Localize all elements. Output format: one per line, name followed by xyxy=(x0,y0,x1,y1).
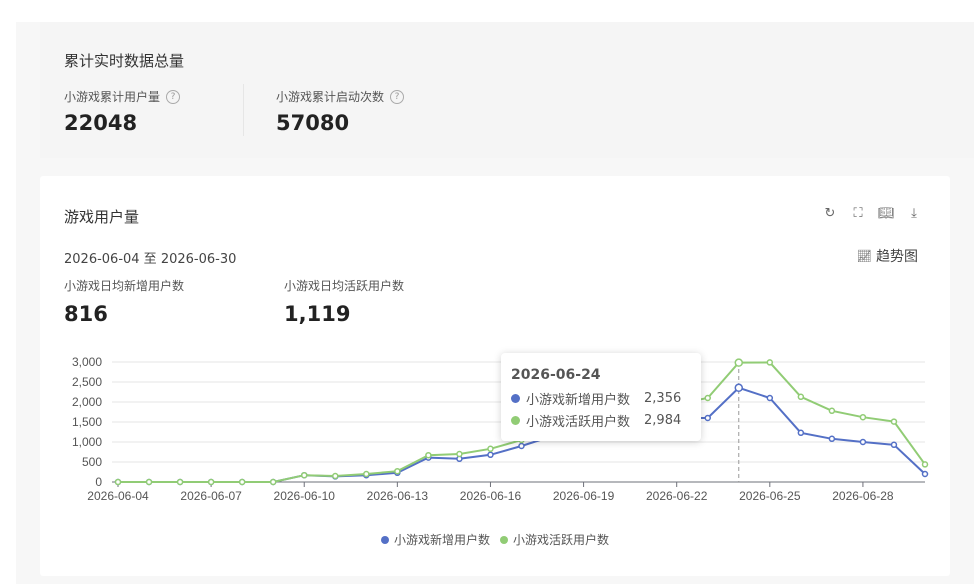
left-margin xyxy=(0,0,16,584)
help-icon[interactable]: ? xyxy=(166,89,181,104)
tooltip-series-name: 小游戏活跃用户数 xyxy=(526,415,631,430)
data-point xyxy=(425,451,432,459)
data-point xyxy=(114,478,122,486)
data-point xyxy=(704,394,711,402)
tooltip-value: 2,984 xyxy=(644,413,682,428)
y-tick-label: 2,000 xyxy=(72,395,102,409)
data-point xyxy=(145,478,153,486)
x-tick-label: 2026-06-10 xyxy=(274,489,336,503)
help-icon[interactable]: ? xyxy=(390,89,405,104)
x-tick-label: 2026-06-25 xyxy=(739,489,801,503)
data-point xyxy=(890,418,898,425)
x-tick-label: 2026-06-28 xyxy=(832,489,894,503)
chart-tooltip: 2026-06-24 小游戏新增用户数 2,356 小游戏活跃用户数 2,984 xyxy=(501,353,701,441)
tooltip-series-name: 小游戏新增用户数 xyxy=(526,393,631,408)
x-tick-label: 2026-06-19 xyxy=(553,489,615,503)
metric-value: 57080 xyxy=(276,111,350,135)
series-marker xyxy=(511,394,520,403)
metric-value: 22048 xyxy=(64,111,138,135)
x-tick-label: 2026-06-13 xyxy=(367,489,429,503)
chart-legend: 小游戏新增用户数 小游戏活跃用户数 xyxy=(40,531,950,548)
data-point xyxy=(456,450,463,458)
data-point xyxy=(332,472,339,480)
data-point xyxy=(859,438,867,446)
data-point xyxy=(238,478,246,486)
y-tick-label: 1,500 xyxy=(72,415,102,429)
legend-item[interactable]: 小游戏新增用户数 xyxy=(380,531,490,548)
data-point xyxy=(734,383,744,393)
data-point xyxy=(797,429,805,437)
legend-label: 小游戏活跃用户数 xyxy=(513,533,610,547)
data-point xyxy=(921,461,929,468)
data-point xyxy=(828,407,836,415)
tooltip-row: 小游戏新增用户数 2,356 xyxy=(511,389,681,408)
metric-total-users: 小游戏累计用户量 ? 22048 xyxy=(64,88,181,135)
data-point xyxy=(921,470,929,478)
tooltip-value: 2,356 xyxy=(644,391,682,406)
data-point xyxy=(859,413,867,421)
data-point xyxy=(704,414,711,422)
data-point xyxy=(269,478,277,486)
divider xyxy=(243,84,244,136)
series-marker xyxy=(511,416,520,425)
data-point xyxy=(890,441,898,449)
tooltip-date: 2026-06-24 xyxy=(511,367,601,383)
y-tick-label: 0 xyxy=(95,475,102,489)
legend-label: 小游戏新增用户数 xyxy=(393,533,490,547)
summary-panel: 累计实时数据总量 小游戏累计用户量 ? 22048 小游戏累计启动次数 ? 57… xyxy=(40,22,974,158)
data-point xyxy=(363,470,370,478)
data-point xyxy=(487,445,494,453)
x-tick-label: 2026-06-07 xyxy=(180,489,242,503)
data-point xyxy=(828,435,836,443)
data-point xyxy=(487,451,494,459)
data-point xyxy=(766,359,774,366)
metric-label: 小游戏累计启动次数 xyxy=(276,90,385,104)
x-tick-label: 2026-06-16 xyxy=(460,489,522,503)
legend-item[interactable]: 小游戏活跃用户数 xyxy=(500,531,609,548)
data-point xyxy=(518,442,525,450)
data-point xyxy=(797,393,805,401)
y-tick-label: 500 xyxy=(82,455,102,469)
x-tick-label: 2026-06-04 xyxy=(87,489,149,503)
metric-label: 小游戏累计用户量 xyxy=(64,90,161,104)
game-users-card: 游戏用户量 ↻ ⛶ 📖︎ ⤓ 2026-06-04 至 2026-06-30 📈… xyxy=(40,176,950,576)
line-chart[interactable]: 0 500 1,000 1,500 2,000 2,500 3,000 2026-06-04 2… xyxy=(40,176,950,576)
y-tick-label: 1,000 xyxy=(72,435,102,449)
top-strip xyxy=(16,0,974,22)
y-tick-label: 3,000 xyxy=(72,355,102,369)
tooltip-row: 小游戏活跃用户数 2,984 xyxy=(511,411,681,430)
legend-marker xyxy=(500,535,508,544)
data-point xyxy=(176,478,184,486)
data-point xyxy=(734,358,744,367)
data-point xyxy=(766,394,774,402)
data-point xyxy=(394,467,401,475)
metric-total-launches: 小游戏累计启动次数 ? 57080 xyxy=(276,88,405,135)
data-point xyxy=(300,471,308,479)
data-point xyxy=(207,478,215,486)
summary-title: 累计实时数据总量 xyxy=(64,52,185,70)
x-tick-label: 2026-06-22 xyxy=(646,489,708,503)
legend-marker xyxy=(380,535,389,544)
y-tick-label: 2,500 xyxy=(72,375,102,389)
